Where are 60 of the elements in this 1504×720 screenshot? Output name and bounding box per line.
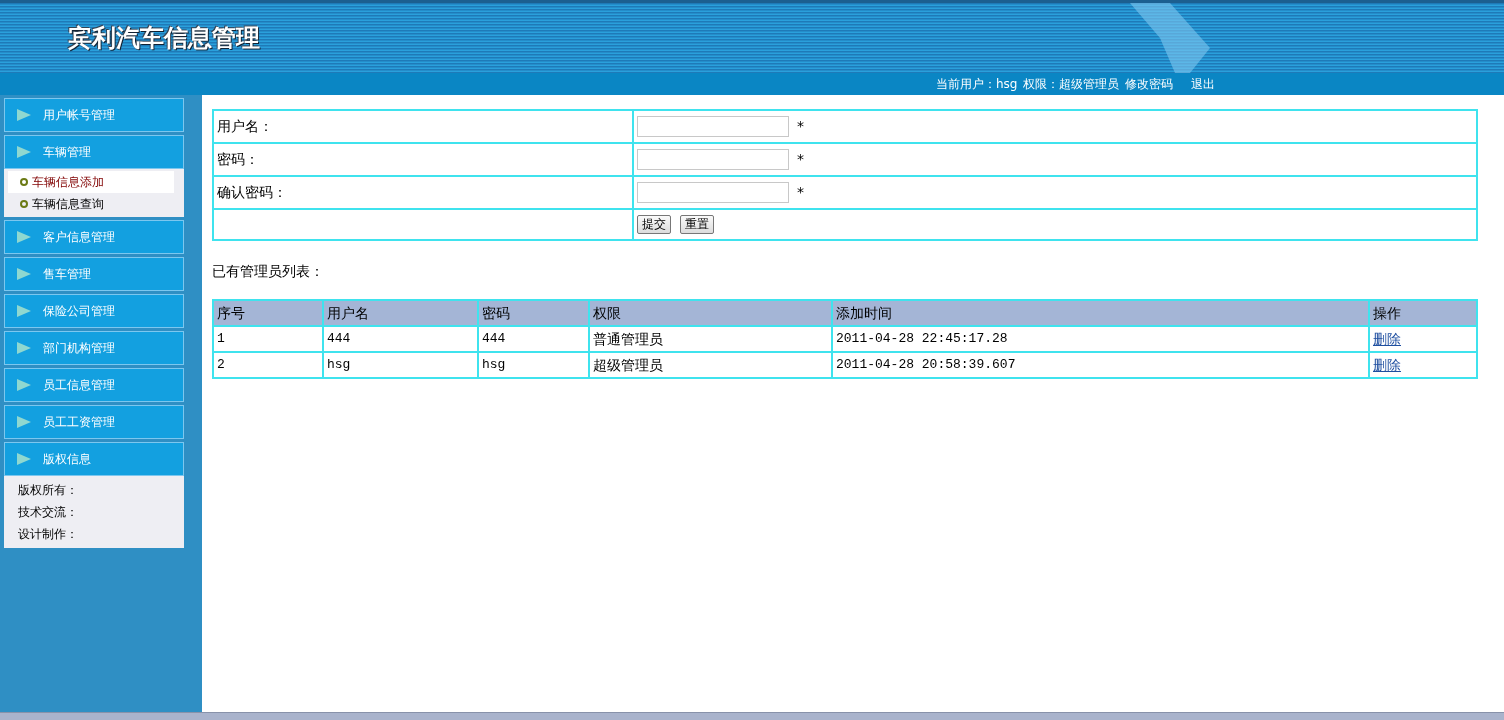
delete-link[interactable]: 删除	[1373, 356, 1401, 373]
role-label: 权限：超级管理员	[1023, 76, 1120, 93]
sidebar-menu-item[interactable]: 员工工资管理	[4, 405, 184, 439]
current-user-label: 当前用户：hsg	[936, 76, 1018, 93]
column-header: 用户名	[323, 300, 478, 326]
table-cell: 2011-04-28 20:58:39.607	[832, 352, 1369, 378]
ring-bullet-icon	[20, 200, 28, 208]
form-button[interactable]: 重置	[680, 215, 714, 234]
text-input-field[interactable]	[637, 149, 789, 170]
logout-link[interactable]: 退出	[1191, 75, 1216, 93]
sidebar-menu-item[interactable]: 保险公司管理	[4, 294, 184, 328]
sidebar-menu-item[interactable]: 客户信息管理	[4, 220, 184, 254]
form-label: 密码：	[213, 143, 633, 176]
form-label: 确认密码：	[213, 176, 633, 209]
app-title: 宾利汽车信息管理	[68, 23, 260, 54]
table-cell: 普通管理员	[589, 326, 832, 352]
triangle-icon	[17, 109, 31, 121]
column-header: 权限	[589, 300, 832, 326]
column-header: 序号	[213, 300, 323, 326]
info-line: 技术交流：	[18, 504, 78, 521]
list-title: 已有管理员列表：	[212, 262, 324, 281]
info-line: 设计制作：	[18, 526, 78, 543]
column-header: 操作	[1369, 300, 1477, 326]
required-mark: *	[797, 183, 804, 202]
triangle-icon	[17, 146, 31, 158]
table-cell: hsg	[323, 352, 478, 378]
triangle-icon	[17, 231, 31, 243]
column-header: 添加时间	[832, 300, 1369, 326]
table-cell: hsg	[478, 352, 589, 378]
submenu-item[interactable]: 车辆信息添加	[8, 171, 174, 193]
triangle-icon	[17, 342, 31, 354]
required-mark: *	[797, 150, 804, 169]
triangle-icon	[17, 305, 31, 317]
info-line: 版权所有：	[18, 482, 78, 499]
triangle-icon	[17, 379, 31, 391]
text-input-field[interactable]	[637, 116, 789, 137]
table-cell: 超级管理员	[589, 352, 832, 378]
sidebar-menu-item[interactable]: 用户帐号管理	[4, 98, 184, 132]
table-cell: 2011-04-28 22:45:17.28	[832, 326, 1369, 352]
table-cell: 444	[478, 326, 589, 352]
table-cell: 2	[213, 352, 323, 378]
sidebar-menu-item[interactable]: 部门机构管理	[4, 331, 184, 365]
required-mark: *	[797, 117, 804, 136]
sidebar-menu-item[interactable]: 售车管理	[4, 257, 184, 291]
submenu-item[interactable]: 车辆信息查询	[8, 193, 174, 215]
text-input-field[interactable]	[637, 182, 789, 203]
delete-link[interactable]: 删除	[1373, 330, 1401, 347]
triangle-icon	[17, 453, 31, 465]
table-cell: 1	[213, 326, 323, 352]
sidebar-menu-item[interactable]: 版权信息	[4, 442, 184, 476]
change-password-link[interactable]: 修改密码	[1125, 75, 1174, 93]
form-label: 用户名：	[213, 110, 633, 143]
triangle-icon	[17, 416, 31, 428]
form-button[interactable]: 提交	[637, 215, 671, 234]
ring-bullet-icon	[20, 178, 28, 186]
column-header: 密码	[478, 300, 589, 326]
sidebar-menu-item[interactable]: 员工信息管理	[4, 368, 184, 402]
sidebar-menu-item[interactable]: 车辆管理	[4, 135, 184, 169]
table-cell: 444	[323, 326, 478, 352]
triangle-icon	[17, 268, 31, 280]
